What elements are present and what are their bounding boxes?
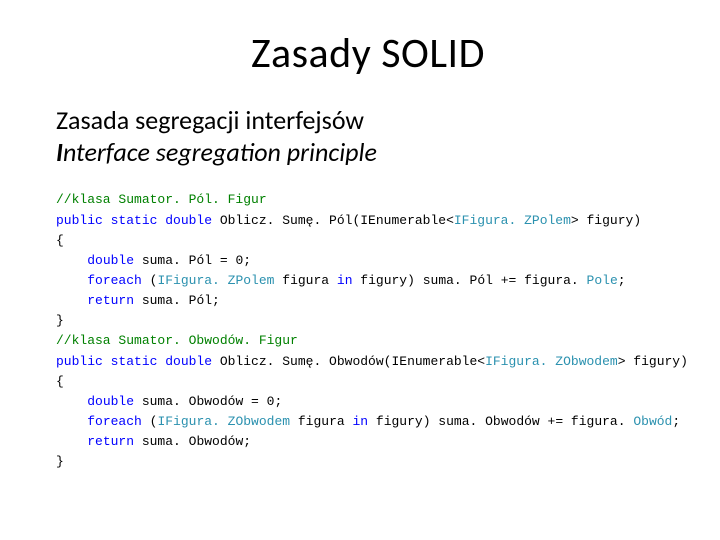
subtitle-line-1: Zasada segregacji interfejsów: [56, 105, 680, 137]
code-text: suma. Pól = 0;: [134, 253, 251, 268]
subtitle-rest: nterface segregation principle: [63, 136, 377, 168]
code-keyword: public static double: [56, 354, 212, 369]
code-text: > figury): [571, 213, 641, 228]
code-text: {: [56, 374, 64, 389]
code-type: Obwód: [633, 414, 672, 429]
code-text: ;: [672, 414, 680, 429]
code-type: IFigura. ZObwodem: [157, 414, 290, 429]
code-text: }: [56, 454, 64, 469]
code-text: suma. Pól;: [134, 293, 220, 308]
code-keyword: in: [352, 414, 368, 429]
subtitle-bold-initial: I: [56, 136, 63, 168]
code-type: IFigura. ZPolem: [454, 213, 571, 228]
code-comment: //klasa Sumator. Pól. Figur: [56, 192, 267, 207]
code-text: suma. Obwodów = 0;: [134, 394, 282, 409]
code-text: Oblicz. Sumę. Obwodów(IEnumerable<: [212, 354, 485, 369]
code-keyword: in: [337, 273, 353, 288]
code-keyword: double: [87, 253, 134, 268]
code-keyword: return: [87, 293, 134, 308]
code-type: Pole: [587, 273, 618, 288]
code-keyword: double: [87, 394, 134, 409]
slide: Zasady SOLID Zasada segregacji interfejs…: [0, 0, 720, 540]
code-block: //klasa Sumator. Pól. Figur public stati…: [56, 190, 680, 472]
slide-title: Zasady SOLID: [56, 28, 680, 79]
code-text: }: [56, 313, 64, 328]
code-text: figury) suma. Obwodów += figura.: [368, 414, 633, 429]
code-text: Oblicz. Sumę. Pól(IEnumerable<: [212, 213, 454, 228]
code-text: > figury): [618, 354, 688, 369]
code-keyword: public static double: [56, 213, 212, 228]
subtitle-line-2: Interface segregation principle: [56, 137, 680, 169]
code-text: (: [142, 414, 158, 429]
code-keyword: foreach: [87, 414, 142, 429]
code-text: ;: [618, 273, 626, 288]
code-keyword: return: [87, 434, 134, 449]
code-text: figura: [274, 273, 336, 288]
subtitle-block: Zasada segregacji interfejsów Interface …: [56, 105, 680, 168]
code-text: figura: [290, 414, 352, 429]
code-comment: //klasa Sumator. Obwodów. Figur: [56, 333, 298, 348]
code-type: IFigura. ZPolem: [157, 273, 274, 288]
code-text: figury) suma. Pól += figura.: [353, 273, 587, 288]
code-type: IFigura. ZObwodem: [485, 354, 618, 369]
code-text: suma. Obwodów;: [134, 434, 251, 449]
code-text: {: [56, 233, 64, 248]
code-text: (: [142, 273, 158, 288]
code-keyword: foreach: [87, 273, 142, 288]
